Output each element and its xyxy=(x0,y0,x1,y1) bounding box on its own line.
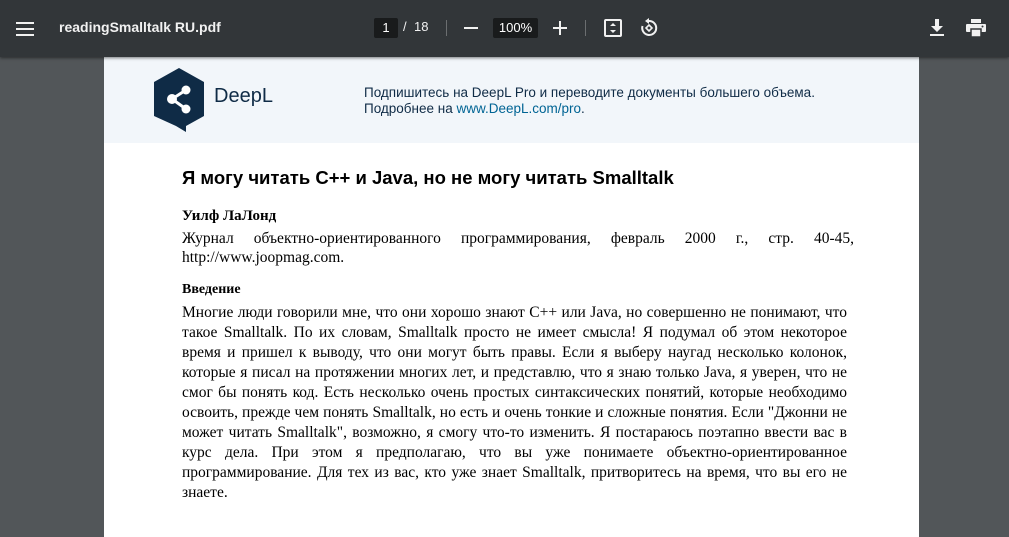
fit-page-icon[interactable] xyxy=(600,15,626,41)
body-paragraph: Многие люди говорили мне, что они хорошо… xyxy=(182,304,847,501)
toolbar-divider xyxy=(446,20,447,36)
document-author: Уилф ЛаЛонд xyxy=(182,208,277,224)
document-title: Я могу читать C++ и Java, но не могу чит… xyxy=(182,167,674,188)
deepl-banner: DeepL Подпишитесь на DeepL Pro и перевод… xyxy=(104,57,919,143)
promo-suffix: . xyxy=(581,100,585,116)
page-total: 18 xyxy=(414,19,429,34)
page-number-input[interactable]: 1 xyxy=(374,18,398,38)
section-heading: Введение xyxy=(182,282,241,297)
rotate-icon[interactable] xyxy=(636,15,662,41)
print-icon[interactable] xyxy=(963,15,989,41)
toolbar-divider xyxy=(585,20,586,36)
deepl-pro-link[interactable]: www.DeepL.com/pro xyxy=(456,101,581,116)
promo-prefix: Подробнее на xyxy=(364,100,457,116)
menu-icon[interactable] xyxy=(12,16,38,42)
deepl-promo-text: Подпишитесь на DeepL Pro и переводите до… xyxy=(364,85,815,116)
promo-line-2: Подробнее на www.DeepL.com/pro. xyxy=(364,101,815,117)
zoom-level-input[interactable]: 100% xyxy=(493,18,538,38)
promo-line-1: Подпишитесь на DeepL Pro и переводите до… xyxy=(364,85,815,100)
document-citation: Журнал объектно-ориентированного програм… xyxy=(182,230,854,266)
download-icon[interactable] xyxy=(924,15,950,41)
deepl-brand-name: DeepL xyxy=(214,85,273,107)
file-title: readingSmalltalk RU.pdf xyxy=(59,19,221,35)
pdf-toolbar: readingSmalltalk RU.pdf 1 / 18 100% xyxy=(0,0,1009,57)
page-separator: / xyxy=(403,19,407,34)
pdf-page: DeepL Подпишитесь на DeepL Pro и перевод… xyxy=(104,57,919,537)
deepl-logo-icon xyxy=(152,68,206,132)
zoom-in-icon[interactable] xyxy=(547,15,573,41)
zoom-out-icon[interactable] xyxy=(458,15,484,41)
